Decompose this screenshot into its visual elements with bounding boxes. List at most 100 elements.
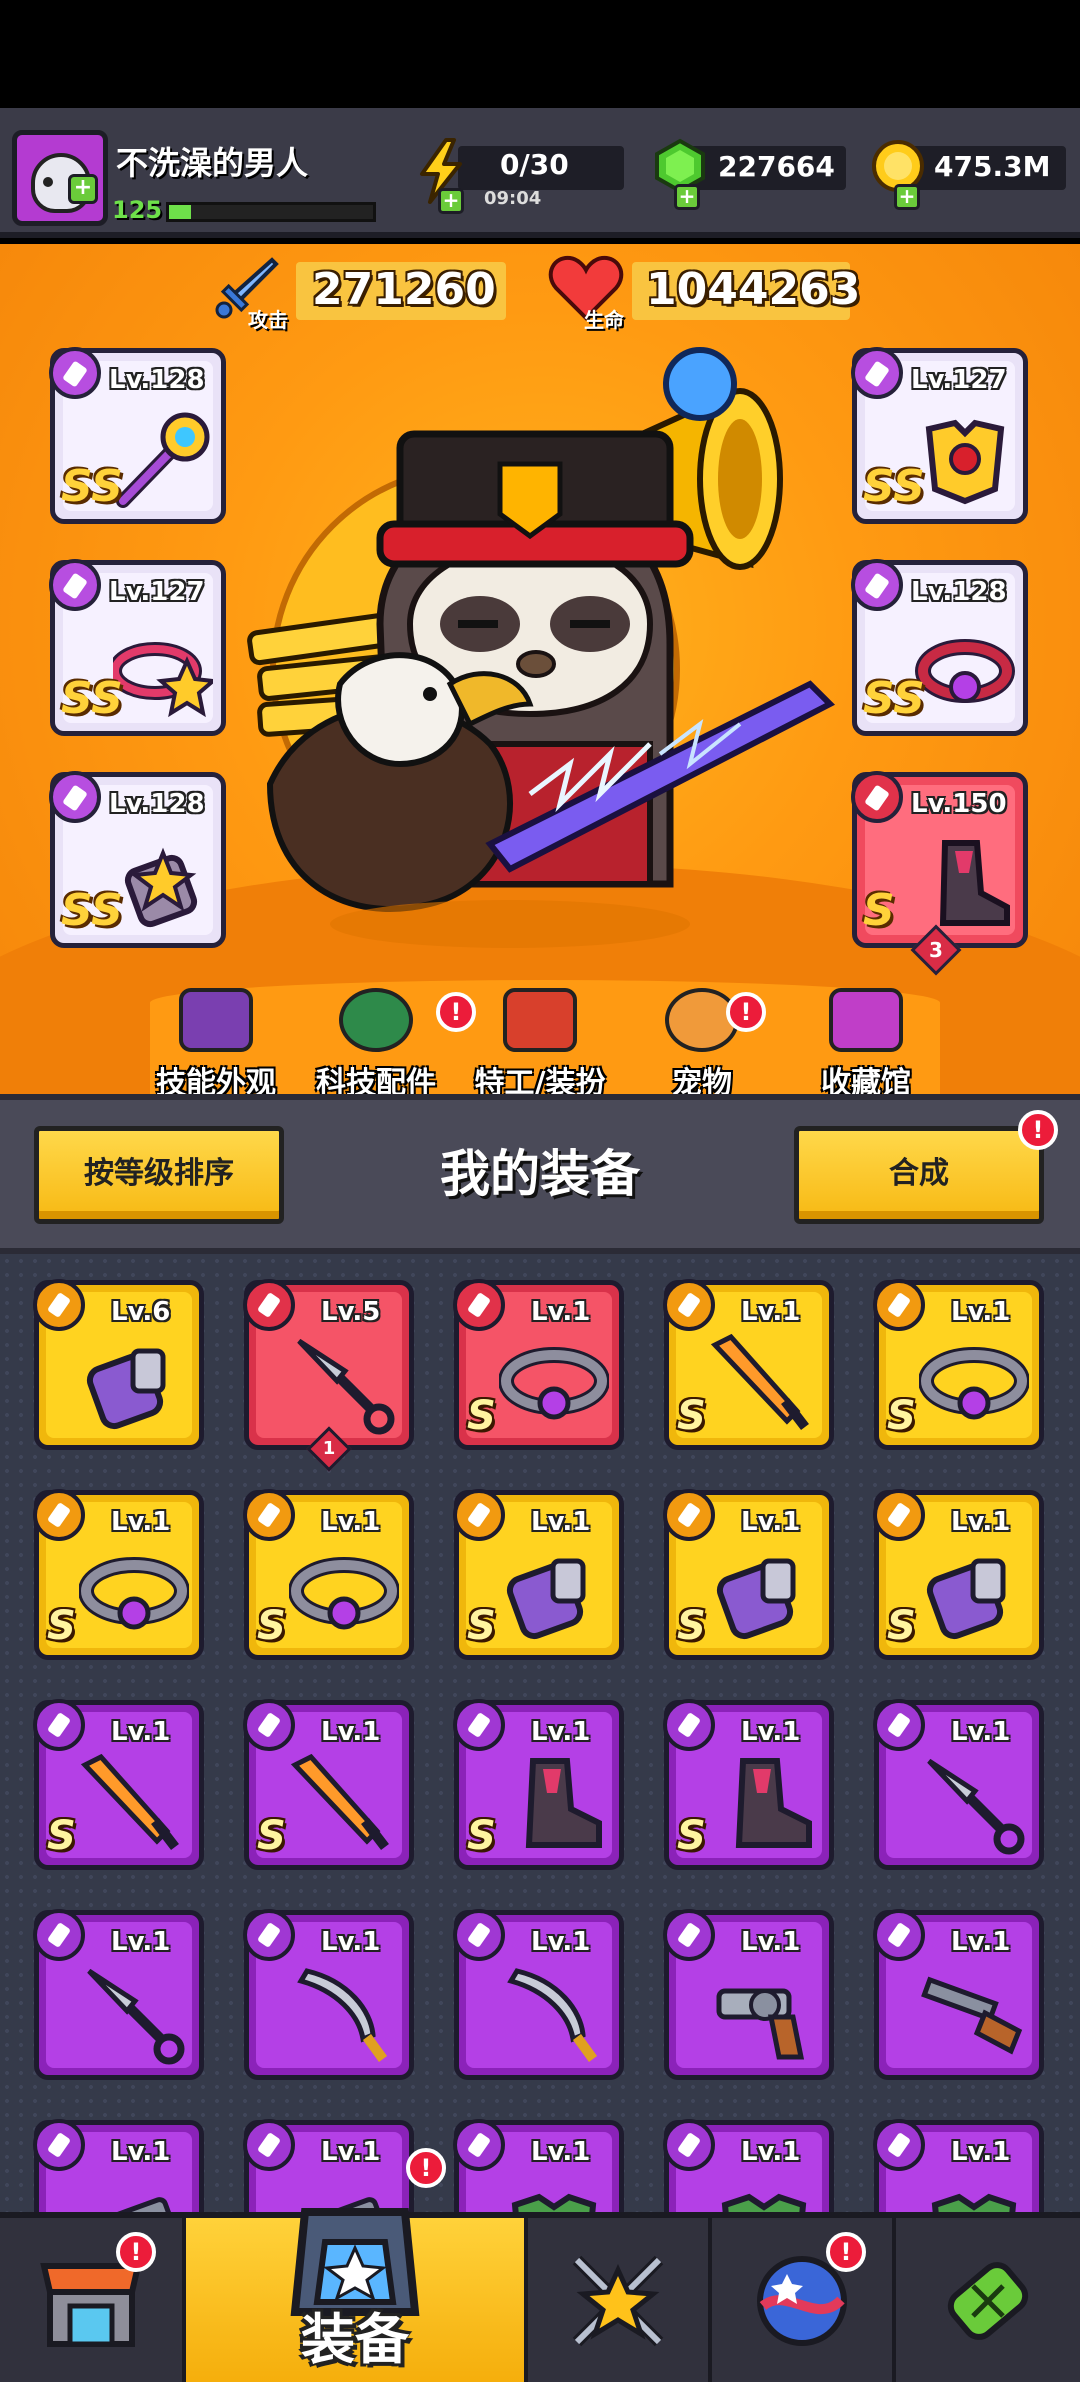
hero-nav-skin[interactable]: 技能外观	[136, 988, 296, 1102]
slot-level: Lv.128	[109, 789, 205, 819]
item-type-icon	[243, 1909, 295, 1961]
equipped-slot-armor[interactable]: Lv.127 SS	[851, 347, 1028, 524]
energy-timer: 09:04	[484, 188, 542, 209]
hero-character[interactable]	[230, 324, 850, 984]
item-type-icon	[663, 2119, 715, 2171]
skin-icon	[179, 988, 253, 1052]
item-type-icon	[33, 1279, 85, 1331]
weapon-staff-icon	[116, 412, 210, 508]
inventory-item[interactable]: Lv.1 S	[663, 1699, 834, 1870]
inventory-item[interactable]: Lv.1 S	[243, 1699, 414, 1870]
inventory-item[interactable]: Lv.1	[33, 1909, 204, 2080]
status-bar	[0, 0, 1080, 108]
attack-value: 271260	[312, 264, 496, 315]
inventory-item[interactable]: Lv.1 S	[453, 1279, 624, 1450]
boot-icon	[939, 840, 1010, 926]
sword-icon	[710, 1333, 809, 1431]
inventory-item[interactable]: Lv.1 S	[33, 1699, 204, 1870]
tab-equipment[interactable]: 装备	[186, 2208, 528, 2382]
hero-nav-tech[interactable]: 科技配件	[296, 988, 456, 1102]
inventory-item[interactable]: Lv.1	[33, 2119, 204, 2212]
slot-level: Lv.128	[109, 365, 205, 395]
inventory-item[interactable]: Lv.1 S	[33, 1489, 204, 1660]
tab-battle[interactable]	[528, 2218, 712, 2382]
energy-plus-icon[interactable]: +	[438, 188, 464, 214]
inventory-item[interactable]: Lv.1	[663, 2119, 834, 2212]
revolver-icon	[716, 1988, 805, 2060]
collection-icon	[829, 988, 903, 1052]
tab-dna[interactable]	[896, 2218, 1080, 2382]
inventory-item[interactable]: Lv.6	[33, 1279, 204, 1450]
item-level: Lv.1	[111, 1507, 171, 1537]
item-level: Lv.1	[741, 1507, 801, 1537]
equipped-slot-weapon[interactable]: Lv.128 SS	[49, 347, 226, 524]
sword-icon	[80, 1753, 179, 1851]
equipment-grid: Lv.6 Lv.5 1 Lv.1 S Lv.1 S Lv.1 S Lv.1 S Lv.1 S Lv.1 S L…	[0, 1254, 1080, 2212]
item-type-icon	[453, 1699, 505, 1751]
item-level: Lv.1	[531, 2137, 591, 2167]
slot-rank: SS	[863, 461, 925, 512]
avatar-plus-icon[interactable]: +	[68, 174, 98, 204]
equipped-slot-boot[interactable]: Lv.150 S	[851, 771, 1028, 948]
item-rank: S	[467, 1603, 496, 1649]
slot-rank: SS	[863, 673, 925, 724]
inventory-item[interactable]: Lv.5 1	[243, 1279, 414, 1472]
boot-type-icon	[851, 771, 903, 823]
item-level: Lv.1	[111, 1927, 171, 1957]
belt-icon	[919, 1347, 1029, 1420]
belt-icon	[289, 1557, 399, 1630]
merge-alert-badge: !	[1018, 1110, 1058, 1150]
tab-shop[interactable]	[0, 2218, 186, 2382]
glove-icon	[716, 1558, 796, 1640]
inventory-item[interactable]: Lv.1	[453, 1909, 624, 2080]
player-level: 125	[112, 196, 163, 224]
inventory-item[interactable]: Lv.1 S	[243, 1489, 414, 1660]
equipped-slot-glove[interactable]: Lv.128 SS	[49, 771, 226, 948]
inventory-item[interactable]: Lv.1	[873, 1699, 1044, 1870]
equipped-slot-necklace[interactable]: Lv.127 SS	[49, 559, 226, 736]
item-type-icon	[663, 1489, 715, 1541]
inventory-item[interactable]: Lv.1 S	[873, 1279, 1044, 1450]
hero-nav-collection[interactable]: 收藏馆	[786, 988, 946, 1102]
item-type-icon	[243, 1489, 295, 1541]
sword-icon	[290, 1753, 389, 1851]
item-type-icon	[453, 2119, 505, 2171]
item-level: Lv.6	[111, 1297, 171, 1327]
glove-icon	[124, 847, 198, 928]
inventory-item[interactable]: Lv.1	[873, 2119, 1044, 2212]
slot-level: Lv.127	[109, 577, 205, 607]
inventory-item[interactable]: Lv.1	[243, 1909, 414, 2080]
gem-plus-icon[interactable]: +	[674, 184, 700, 210]
item-type-icon	[873, 1489, 925, 1541]
equipped-slot-belt[interactable]: Lv.128 SS	[851, 559, 1028, 736]
item-level: Lv.1	[531, 1927, 591, 1957]
item-rank: S	[47, 1813, 76, 1859]
item-type-icon	[33, 1489, 85, 1541]
inventory-item[interactable]: Lv.1 S	[873, 1489, 1044, 1660]
inventory-item[interactable]: Lv.1	[873, 1909, 1044, 2080]
equipment-alert-badge: !	[406, 2148, 446, 2188]
item-rank: S	[887, 1393, 916, 1439]
inventory-item[interactable]: Lv.1 S	[663, 1489, 834, 1660]
tab-equipment-label: 装备	[301, 2308, 409, 2371]
inventory-item[interactable]: Lv.1 S	[453, 1699, 624, 1870]
item-level: Lv.1	[321, 1927, 381, 1957]
merge-button[interactable]: 合成	[794, 1126, 1044, 1224]
kunai-icon	[297, 1338, 395, 1435]
scimitar-icon	[297, 1968, 388, 2062]
armor-icon	[511, 2193, 597, 2212]
inventory-item[interactable]: Lv.1 S	[453, 1489, 624, 1660]
item-type-icon	[663, 1699, 715, 1751]
item-rank: S	[677, 1603, 706, 1649]
tab-planet[interactable]	[712, 2218, 896, 2382]
armor-icon	[721, 2193, 807, 2212]
hero-nav-agent[interactable]: 特工/装扮	[460, 988, 620, 1102]
energy-value: 0/30	[500, 148, 569, 181]
armor-type-icon	[851, 347, 903, 399]
slot-level: Lv.150	[911, 789, 1007, 819]
inventory-item[interactable]: Lv.1	[453, 2119, 624, 2212]
item-rank: S	[467, 1393, 496, 1439]
inventory-item[interactable]: Lv.1	[663, 1909, 834, 2080]
inventory-item[interactable]: Lv.1 S	[663, 1279, 834, 1450]
coin-plus-icon[interactable]: +	[894, 184, 920, 210]
